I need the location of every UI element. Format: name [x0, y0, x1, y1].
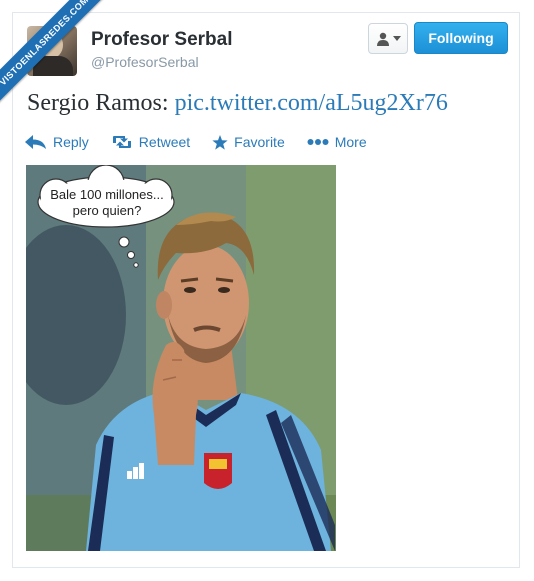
retweet-icon [112, 136, 131, 148]
more-dots-icon [307, 139, 329, 145]
more-action[interactable]: More [307, 134, 367, 150]
photo-illustration [26, 165, 336, 551]
watermark-text: VISTOENLASREDES.COM [0, 0, 110, 110]
favorite-label: Favorite [234, 134, 285, 150]
tweet-photo[interactable] [26, 165, 336, 551]
user-actions-button[interactable] [368, 23, 408, 54]
reply-icon [25, 135, 46, 149]
star-icon [212, 134, 228, 150]
retweet-label: Retweet [138, 134, 191, 150]
profile-name[interactable]: Profesor Serbal [91, 29, 233, 51]
thought-bubble-text: Bale 100 millones... pero quien? [47, 187, 167, 219]
reply-label: Reply [53, 134, 89, 150]
more-label: More [334, 134, 367, 150]
watermark-ribbon: VISTOENLASREDES.COM [0, 0, 110, 110]
caret-down-icon [392, 35, 401, 41]
tweet-photo-link[interactable]: pic.twitter.com/aL5ug2Xr76 [175, 90, 448, 116]
bubble-line-2: pero quien? [72, 203, 142, 218]
tweet-actions: Reply Retweet Favorite More [25, 134, 367, 150]
user-icon [376, 32, 389, 46]
following-button[interactable]: Following [414, 22, 508, 54]
bubble-line-1: Bale 100 millones... [50, 187, 164, 202]
retweet-action[interactable]: Retweet [111, 134, 190, 150]
reply-action[interactable]: Reply [25, 134, 89, 150]
favorite-action[interactable]: Favorite [212, 134, 285, 150]
